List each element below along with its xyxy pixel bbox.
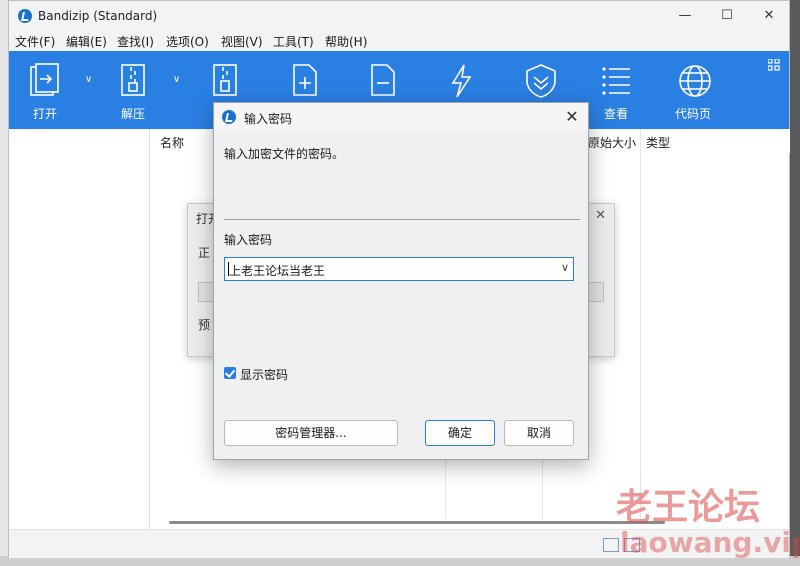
codepage-button[interactable]: 代码页 — [663, 51, 723, 129]
details-view-icon[interactable] — [603, 538, 619, 552]
desktop-left-edge — [0, 0, 8, 566]
extract-dropdown-chevron-icon[interactable]: ∨ — [173, 74, 180, 85]
horizontal-scrollbar[interactable] — [169, 521, 665, 524]
menu-help[interactable]: 帮助(H) — [325, 33, 367, 50]
menu-edit[interactable]: 编辑(E) — [66, 33, 107, 50]
folder-tree-pane[interactable] — [9, 129, 150, 539]
column-divider — [640, 129, 641, 519]
show-password-checkbox[interactable] — [224, 367, 236, 379]
password-dialog-title: 输入密码 — [244, 112, 293, 126]
menu-find[interactable]: 查找(I) — [117, 33, 154, 50]
view-button[interactable]: 查看 — [586, 51, 646, 129]
shield-icon — [526, 64, 556, 98]
progress-detail-label: 预 — [198, 318, 211, 332]
extract-button[interactable]: 解压 — [103, 51, 163, 129]
password-combobox[interactable]: 上老王论坛当老王 ∨ — [224, 257, 574, 281]
cancel-button[interactable]: 取消 — [504, 420, 574, 446]
password-dialog-titlebar: 输入密码 ✕ — [214, 103, 588, 131]
password-input[interactable]: 上老王论坛当老王 — [229, 262, 325, 279]
watermark-url: laowang.vip — [620, 526, 800, 559]
add-file-icon — [293, 64, 317, 96]
password-manager-button[interactable]: 密码管理器... — [224, 420, 398, 446]
delete-file-icon — [371, 64, 395, 96]
window-title: Bandizip (Standard) — [38, 9, 158, 23]
menu-file[interactable]: 文件(F) — [15, 33, 55, 50]
extract-label: 解压 — [120, 107, 145, 121]
password-dialog-description: 输入加密文件的密码。 — [224, 147, 345, 161]
column-original-size[interactable]: 原始大小 — [588, 134, 636, 151]
menu-options[interactable]: 选项(O) — [166, 33, 209, 50]
column-name[interactable]: 名称 — [160, 134, 184, 151]
password-field-label: 输入密码 — [224, 233, 273, 247]
bandizip-app-icon — [222, 110, 236, 124]
menu-tools[interactable]: 工具(T) — [273, 33, 314, 50]
close-button[interactable]: ✕ — [749, 3, 789, 29]
open-button[interactable]: 打开 — [15, 51, 75, 129]
bandizip-app-icon — [18, 9, 32, 23]
divider — [224, 219, 580, 220]
progress-dialog-close-icon[interactable]: ✕ — [595, 208, 606, 223]
open-dropdown-chevron-icon[interactable]: ∨ — [85, 74, 92, 85]
extract-icon — [121, 64, 145, 96]
password-dialog: 输入密码 ✕ 输入加密文件的密码。 输入密码 上老王论坛当老王 ∨ 显示密码 密… — [213, 102, 589, 460]
menu-view[interactable]: 视图(V) — [221, 33, 263, 50]
chevron-down-icon[interactable]: ∨ — [561, 261, 569, 274]
layout-grid-icon[interactable] — [768, 59, 780, 71]
open-icon — [30, 63, 59, 96]
password-dialog-close-button[interactable]: ✕ — [560, 105, 584, 129]
globe-icon — [679, 65, 711, 97]
show-password-label[interactable]: 显示密码 — [240, 366, 288, 383]
archive-icon — [213, 64, 237, 96]
column-type[interactable]: 类型 — [646, 134, 670, 151]
watermark-text: 老王论坛 — [616, 487, 761, 528]
menu-bar: 文件(F) 编辑(E) 查找(I) 选项(O) 视图(V) 工具(T) 帮助(H… — [9, 31, 789, 51]
maximize-button[interactable]: ☐ — [707, 3, 747, 29]
codepage-label: 代码页 — [674, 107, 711, 121]
desktop-right-edge — [790, 0, 800, 566]
view-label: 查看 — [603, 107, 628, 121]
open-label: 打开 — [32, 107, 57, 121]
list-view-icon — [602, 67, 630, 95]
progress-status-label: 正 — [198, 246, 211, 260]
minimize-button[interactable]: — — [665, 3, 705, 29]
title-bar: Bandizip (Standard) — ☐ ✕ — [9, 1, 789, 31]
ok-button[interactable]: 确定 — [425, 420, 495, 446]
lightning-icon — [451, 64, 472, 98]
